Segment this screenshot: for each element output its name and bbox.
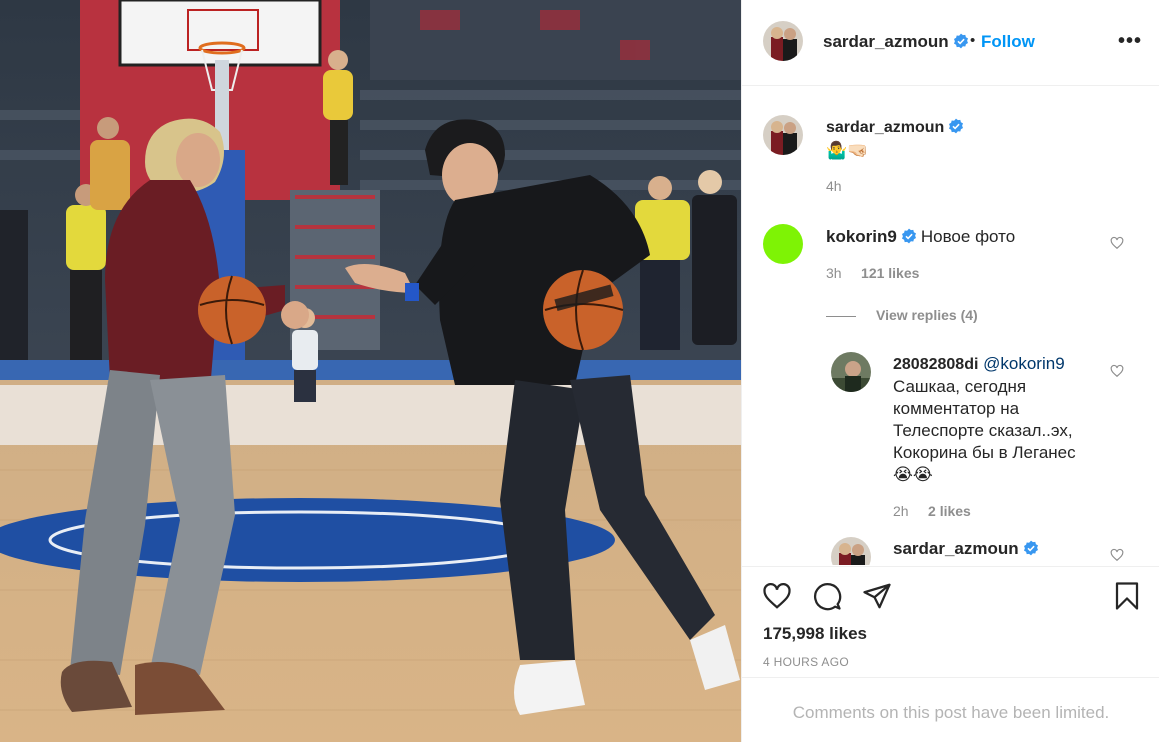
comment-time: 3h [826, 265, 842, 281]
reply-body: 28082808di @kokorin9 Сашкаа, сегодня ком… [893, 353, 1098, 486]
author-avatar[interactable] [763, 21, 803, 61]
comment-text: Новое фото [920, 227, 1016, 246]
caption-text: 🤷‍♂️🤜🏻 [826, 141, 869, 160]
caption-username[interactable]: sardar_azmoun [826, 118, 964, 137]
caption-avatar[interactable] [763, 115, 803, 155]
comment-icon[interactable] [812, 581, 842, 611]
reply-avatar[interactable] [831, 537, 871, 565]
comment-username[interactable]: kokorin9 [826, 227, 917, 246]
commenter-avatar[interactable] [763, 224, 803, 264]
author-username-text[interactable]: sardar_azmoun [823, 32, 949, 51]
reply-username[interactable]: sardar_azmoun [893, 539, 1039, 559]
comments-limited-notice: Comments on this post have been limited. [742, 677, 1159, 742]
comment-like-heart-icon[interactable] [1110, 236, 1124, 250]
bookmark-icon[interactable] [1112, 581, 1142, 611]
post-side-panel: sardar_azmoun • Follow ••• sardar_azmoun… [741, 0, 1159, 742]
reply-like-heart-icon[interactable] [1110, 364, 1124, 378]
more-options-icon[interactable]: ••• [1118, 30, 1142, 53]
comment-username-text[interactable]: kokorin9 [826, 227, 897, 246]
post-image [0, 0, 741, 742]
comments-list[interactable]: sardar_azmoun 🤷‍♂️🤜🏻 4h kokorin9 Новое фо… [742, 87, 1159, 565]
header-separator: • [970, 32, 976, 49]
heart-icon[interactable] [762, 581, 792, 611]
post-header: sardar_azmoun • Follow ••• [742, 0, 1159, 86]
reply-avatar[interactable] [831, 352, 871, 392]
reply-like-heart-icon[interactable] [1110, 548, 1124, 562]
reply-meta: 2h 2 likes [893, 503, 971, 519]
view-replies-label[interactable]: View replies (4) [876, 307, 978, 323]
comment-likes[interactable]: 121 likes [861, 265, 919, 281]
likes-count[interactable]: 175,998 likes [763, 624, 867, 644]
verified-badge-icon [901, 228, 916, 244]
follow-button[interactable]: Follow [981, 32, 1035, 52]
share-icon[interactable] [862, 581, 892, 611]
author-username[interactable]: sardar_azmoun [823, 32, 969, 52]
comment-line: kokorin9 Новое фото [826, 226, 1015, 248]
reply-username[interactable]: 28082808di [893, 356, 978, 373]
caption-time: 4h [826, 178, 842, 194]
verified-badge-icon [949, 118, 964, 134]
caption-username-text[interactable]: sardar_azmoun [826, 119, 944, 136]
reply-text: Сашкаа, сегодня комментатор на Телеспорт… [893, 377, 1076, 484]
comment-meta: 3h 121 likes [826, 265, 919, 281]
verified-badge-icon [1023, 540, 1038, 556]
replies-divider [826, 315, 856, 317]
verified-badge-icon [953, 33, 968, 49]
reply-time: 2h [893, 503, 909, 519]
post-photo[interactable] [0, 0, 741, 742]
reply-mention[interactable]: @kokorin9 [983, 354, 1065, 373]
view-replies-button[interactable]: View replies (4) [826, 307, 978, 323]
post-timestamp: 4 HOURS AGO [763, 655, 849, 669]
reply-likes[interactable]: 2 likes [928, 503, 971, 519]
reply-username-text[interactable]: sardar_azmoun [893, 539, 1019, 558]
